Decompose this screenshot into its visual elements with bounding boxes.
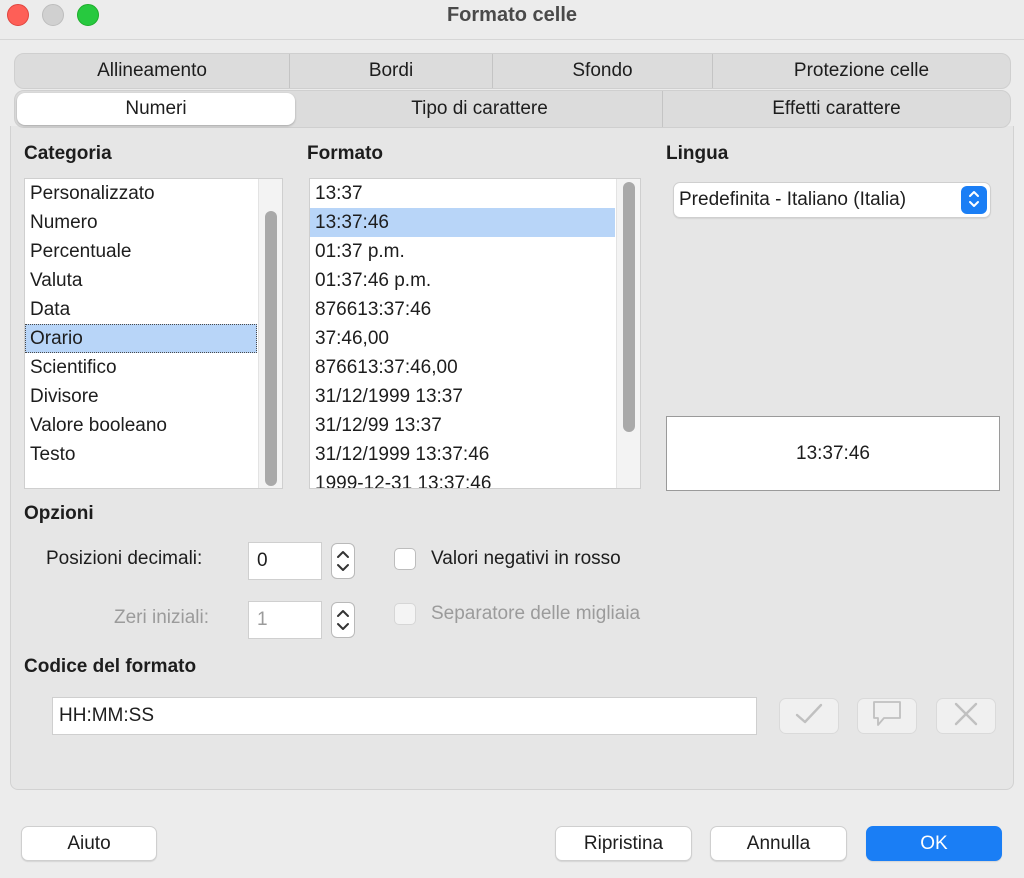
format-preview-value: 13:37:46 bbox=[796, 442, 870, 464]
categoria-item-scientifico[interactable]: Scientifico bbox=[25, 353, 282, 382]
formato-item[interactable]: 876613:37:46,00 bbox=[310, 353, 640, 382]
separatore-migliaia-label: Separatore delle migliaia bbox=[431, 603, 641, 624]
formato-label: Formato bbox=[307, 143, 383, 164]
formato-item[interactable]: 13:37 bbox=[310, 179, 615, 208]
codice-formato-field[interactable]: HH:MM:SS bbox=[52, 697, 757, 735]
tab-protezione-celle[interactable]: Protezione celle bbox=[713, 54, 1010, 88]
separatore-migliaia-checkbox[interactable] bbox=[394, 603, 416, 625]
tab-row-top: Allineamento Bordi Sfondo Protezione cel… bbox=[14, 53, 1011, 89]
lingua-label: Lingua bbox=[666, 143, 729, 164]
valori-negativi-label: Valori negativi in rosso bbox=[431, 548, 621, 569]
x-mark-icon bbox=[952, 700, 980, 733]
tab-sfondo[interactable]: Sfondo bbox=[493, 54, 713, 88]
comment-format-button[interactable] bbox=[857, 698, 917, 734]
format-preview: 13:37:46 bbox=[666, 416, 1000, 491]
formato-list[interactable]: 13:37 13:37:46 01:37 p.m. 01:37:46 p.m. … bbox=[309, 178, 641, 489]
tab-allineamento[interactable]: Allineamento bbox=[15, 54, 290, 88]
updown-chevron-icon bbox=[961, 186, 987, 214]
opzioni-label: Opzioni bbox=[24, 503, 94, 524]
categoria-item-orario[interactable]: Orario bbox=[25, 324, 257, 353]
tab-tipo-di-carattere[interactable]: Tipo di carattere bbox=[297, 91, 663, 127]
valori-negativi-checkbox[interactable] bbox=[394, 548, 416, 570]
lingua-select-value: Predefinita - Italiano (Italia) bbox=[679, 189, 907, 210]
categoria-scroll-thumb[interactable] bbox=[265, 211, 277, 486]
ok-button[interactable]: OK bbox=[866, 826, 1002, 861]
formato-item[interactable]: 01:37 p.m. bbox=[310, 237, 640, 266]
lingua-select[interactable]: Predefinita - Italiano (Italia) bbox=[673, 182, 991, 218]
categoria-item-testo[interactable]: Testo bbox=[25, 440, 282, 469]
tab-row-bottom: Numeri Tipo di carattere Effetti caratte… bbox=[14, 90, 1011, 128]
delete-format-button[interactable] bbox=[936, 698, 996, 734]
zeri-iniziali-label: Zeri iniziali: bbox=[114, 607, 210, 628]
categoria-item-valore-booleano[interactable]: Valore booleano bbox=[25, 411, 282, 440]
accept-format-button[interactable] bbox=[779, 698, 839, 734]
posizioni-decimali-stepper[interactable] bbox=[331, 543, 355, 579]
tab-bordi[interactable]: Bordi bbox=[290, 54, 493, 88]
formato-item[interactable]: 31/12/99 13:37 bbox=[310, 411, 640, 440]
categoria-item-divisore[interactable]: Divisore bbox=[25, 382, 282, 411]
formato-item[interactable]: 37:46,00 bbox=[310, 324, 640, 353]
formato-item[interactable]: 1999-12-31 13:37:46 bbox=[310, 469, 640, 488]
checkmark-icon bbox=[794, 702, 824, 731]
categoria-scrollbar[interactable] bbox=[258, 179, 282, 488]
categoria-item-valuta[interactable]: Valuta bbox=[25, 266, 282, 295]
window-title: Formato celle bbox=[446, 4, 578, 26]
categoria-list[interactable]: Personalizzato Numero Percentuale Valuta… bbox=[24, 178, 283, 489]
tab-effetti-carattere[interactable]: Effetti carattere bbox=[663, 91, 1010, 127]
categoria-label: Categoria bbox=[24, 143, 112, 164]
formato-item[interactable]: 876613:37:46 bbox=[310, 295, 640, 324]
formato-item[interactable]: 01:37:46 p.m. bbox=[310, 266, 640, 295]
cancel-button[interactable]: Annulla bbox=[710, 826, 847, 861]
categoria-item-percentuale[interactable]: Percentuale bbox=[25, 237, 282, 266]
reset-button[interactable]: Ripristina bbox=[555, 826, 692, 861]
categoria-item-data[interactable]: Data bbox=[25, 295, 282, 324]
tab-numeri[interactable]: Numeri bbox=[17, 93, 295, 125]
formato-item[interactable]: 31/12/1999 13:37 bbox=[310, 382, 640, 411]
categoria-item-numero[interactable]: Numero bbox=[25, 208, 282, 237]
posizioni-decimali-field[interactable]: 0 bbox=[248, 542, 322, 580]
formato-item[interactable]: 31/12/1999 13:37:46 bbox=[310, 440, 640, 469]
help-button[interactable]: Aiuto bbox=[21, 826, 157, 861]
formato-scroll-thumb[interactable] bbox=[623, 182, 635, 432]
formato-scrollbar[interactable] bbox=[616, 179, 640, 488]
formato-item-selected[interactable]: 13:37:46 bbox=[310, 208, 615, 237]
codice-formato-label: Codice del formato bbox=[24, 656, 197, 677]
zeri-iniziali-stepper[interactable] bbox=[331, 602, 355, 638]
speech-bubble-icon bbox=[872, 700, 902, 733]
zeri-iniziali-field[interactable]: 1 bbox=[248, 601, 322, 639]
categoria-item-personalizzato[interactable]: Personalizzato bbox=[25, 179, 282, 208]
title-bar: Formato celle bbox=[0, 0, 1024, 40]
posizioni-decimali-label: Posizioni decimali: bbox=[46, 548, 203, 569]
